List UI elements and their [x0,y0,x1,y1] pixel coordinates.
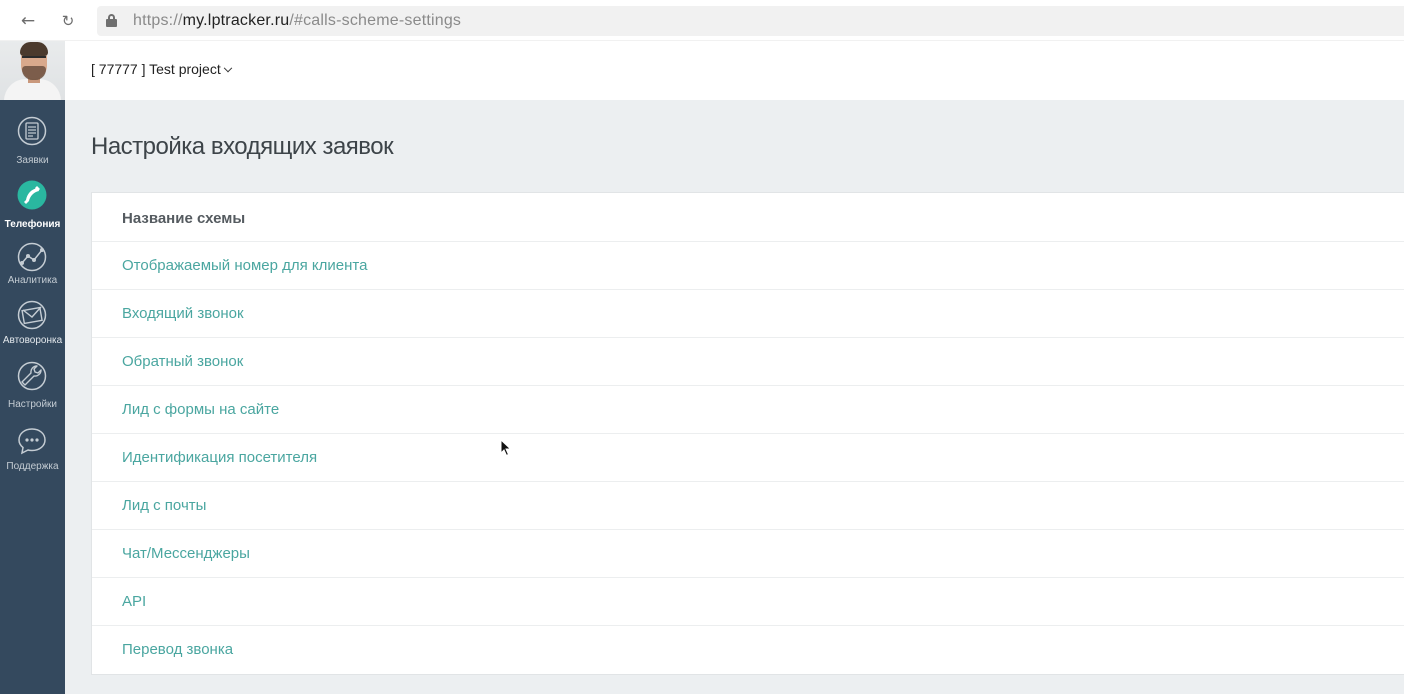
table-row: Входящий звонок [92,290,1404,338]
mail-icon [17,300,47,330]
lock-icon [106,14,117,27]
scheme-link-incoming-call[interactable]: Входящий звонок [122,305,244,322]
chat-icon [18,428,46,455]
sidebar-item-label: Заявки [16,155,49,166]
scheme-link-chat-messengers[interactable]: Чат/Мессенджеры [122,545,250,562]
scheme-link-api[interactable]: API [122,593,146,610]
sidebar-item-analytics[interactable]: Аналитика [0,242,65,302]
scheme-link-call-transfer[interactable]: Перевод звонка [122,641,233,658]
sidebar-item-autofunnel[interactable]: Автоворонка [0,300,65,360]
list-icon [17,116,47,146]
main-content: Настройка входящих заявок Название схемы… [65,100,1404,694]
back-arrow-icon[interactable]: ← [17,10,39,32]
address-bar[interactable]: https://my.lptracker.ru/#calls-scheme-se… [97,6,1404,36]
scheme-link-visitor-identification[interactable]: Идентификация посетителя [122,449,317,466]
sidebar-item-label: Автоворонка [2,335,63,346]
sidebar-item-label: Поддержка [6,461,59,472]
sidebar-item-support[interactable]: Поддержка [0,426,65,486]
table-row: Перевод звонка [92,626,1404,674]
project-selector[interactable]: [ 77777 ] Test project [91,61,232,77]
browser-toolbar: ← ↻ https://my.lptracker.ru/#calls-schem… [0,0,1404,41]
table-row: Лид с почты [92,482,1404,530]
table-row: Идентификация посетителя [92,434,1404,482]
chevron-down-icon [223,63,232,73]
table-row: API [92,578,1404,626]
sidebar-item-label: Настройки [7,399,58,410]
url-text[interactable]: https://my.lptracker.ru/#calls-scheme-se… [133,12,461,30]
url-scheme: https:// [133,12,183,29]
scheme-list: Отображаемый номер для клиента Входящий … [92,242,1404,674]
url-path: /#calls-scheme-settings [289,12,462,29]
column-header-scheme-name: Название схемы [122,210,246,227]
schemes-table: Название схемы Отображаемый номер для кл… [91,192,1404,675]
sidebar: Заявки Телефония Аналитика Автоворонка Н… [0,41,65,694]
reload-icon[interactable]: ↻ [57,10,79,32]
page-title: Настройка входящих заявок [91,133,394,160]
sidebar-item-settings[interactable]: Настройки [0,361,65,421]
table-row: Отображаемый номер для клиента [92,242,1404,290]
user-avatar[interactable] [0,41,65,100]
table-header: Название схемы [92,193,1404,242]
top-header: [ 77777 ] Test project [65,41,1404,100]
scheme-link-callback[interactable]: Обратный звонок [122,353,243,370]
table-row: Чат/Мессенджеры [92,530,1404,578]
table-row: Лид с формы на сайте [92,386,1404,434]
sidebar-item-requests[interactable]: Заявки [0,116,65,176]
scheme-link-site-form-lead[interactable]: Лид с формы на сайте [122,401,279,418]
mouse-cursor-icon [500,439,512,457]
scheme-link-email-lead[interactable]: Лид с почты [122,497,206,514]
wrench-icon [17,361,47,391]
url-host: my.lptracker.ru [182,12,290,29]
sidebar-item-telephony[interactable]: Телефония [0,180,65,240]
phone-icon [17,180,47,210]
analytics-icon [17,242,47,272]
project-name: [ 77777 ] Test project [91,61,221,77]
sidebar-item-label: Телефония [4,219,61,230]
sidebar-item-label: Аналитика [7,275,58,286]
table-row: Обратный звонок [92,338,1404,386]
scheme-link-display-number[interactable]: Отображаемый номер для клиента [122,257,367,274]
